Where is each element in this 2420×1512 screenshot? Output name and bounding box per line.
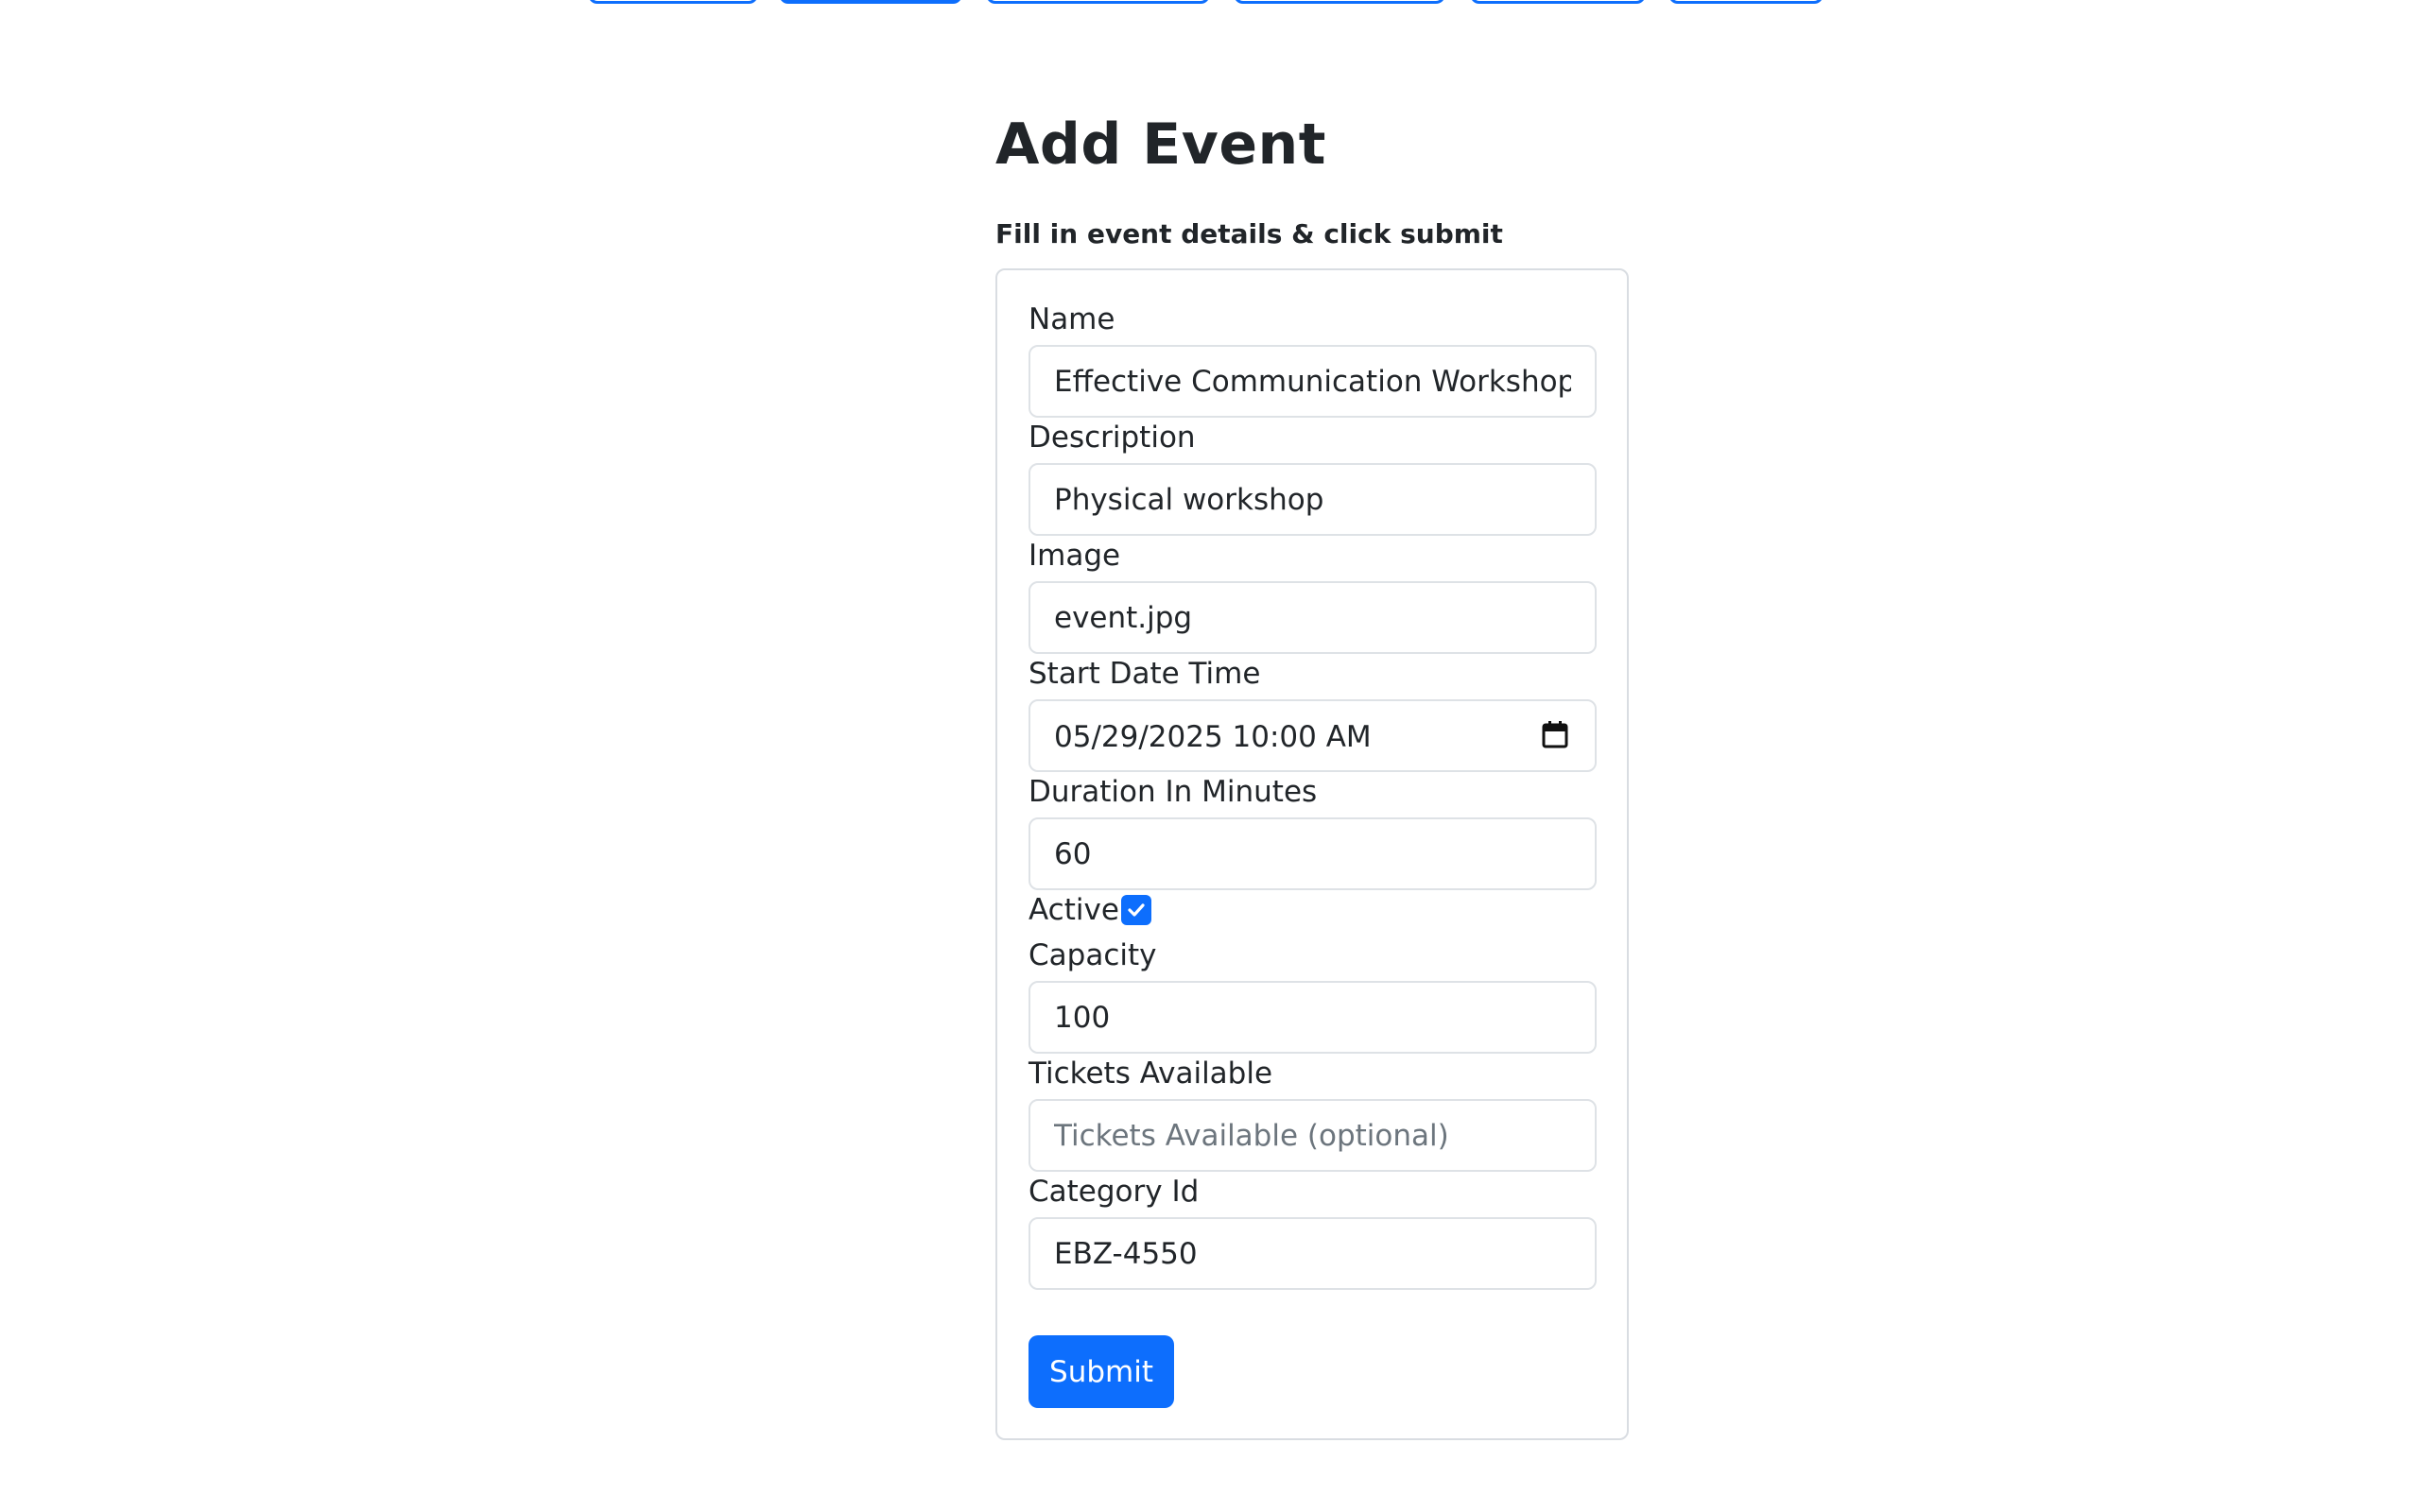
start-date-time-value: 05/29/2025 10:00 AM	[1054, 720, 1372, 754]
description-input[interactable]	[1028, 463, 1597, 536]
name-label: Name	[1028, 302, 1115, 336]
page-title: Add Event	[995, 112, 1326, 178]
top-nav	[0, 0, 2420, 9]
capacity-input[interactable]	[1028, 981, 1597, 1054]
active-checkbox[interactable]	[1120, 895, 1151, 925]
nav-button-3[interactable]	[986, 0, 1210, 4]
description-label: Description	[1028, 421, 1196, 455]
start-date-time-label: Start Date Time	[1028, 657, 1261, 691]
duration-label: Duration In Minutes	[1028, 775, 1318, 809]
nav-button-5[interactable]	[1470, 0, 1646, 4]
nav-button-6[interactable]	[1668, 0, 1824, 4]
image-label: Image	[1028, 539, 1121, 573]
capacity-label: Capacity	[1028, 938, 1157, 972]
tickets-available-label: Tickets Available	[1028, 1057, 1273, 1091]
category-id-label: Category Id	[1028, 1175, 1200, 1209]
name-input[interactable]	[1028, 345, 1597, 418]
check-icon	[1128, 903, 1145, 917]
calendar-icon[interactable]	[1542, 720, 1568, 748]
nav-button-2-active[interactable]	[779, 0, 962, 4]
nav-button-1[interactable]	[588, 0, 758, 4]
submit-button[interactable]: Submit	[1028, 1335, 1174, 1408]
category-id-input[interactable]	[1028, 1217, 1597, 1290]
start-date-time-input[interactable]: 05/29/2025 10:00 AM	[1028, 699, 1597, 772]
tickets-available-input[interactable]	[1028, 1099, 1597, 1172]
duration-input[interactable]	[1028, 817, 1597, 890]
active-field: Active	[1028, 893, 1151, 927]
event-form-card: Name Description Image Start Date Time 0…	[995, 268, 1629, 1440]
page-subtitle: Fill in event details & click submit	[995, 218, 1503, 249]
active-label: Active	[1028, 893, 1119, 927]
nav-button-4[interactable]	[1234, 0, 1445, 4]
image-input[interactable]	[1028, 581, 1597, 654]
